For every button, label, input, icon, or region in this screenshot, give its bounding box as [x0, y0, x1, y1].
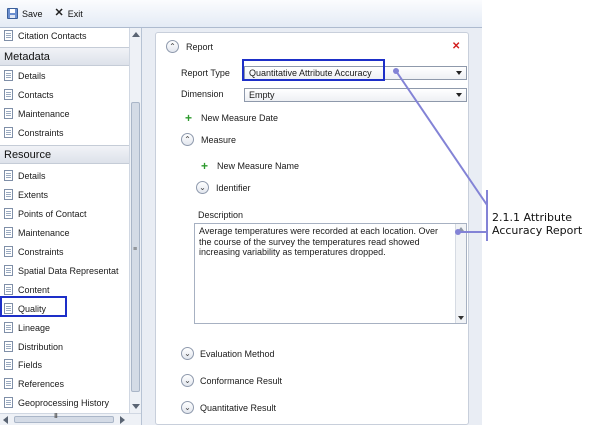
sidebar-item-citation-contacts[interactable]: Citation Contacts [0, 28, 129, 45]
collapse-report-icon[interactable]: ⌃ [166, 40, 179, 53]
identifier-title: Identifier [216, 183, 251, 193]
scroll-up-icon[interactable] [458, 227, 464, 231]
close-icon[interactable]: ✕ [452, 41, 460, 52]
chevron-down-icon [456, 93, 462, 97]
save-icon [7, 8, 18, 19]
description-textarea[interactable]: Average temperatures were recorded at ea… [194, 223, 467, 324]
page-icon [4, 189, 13, 200]
sidebar-item-references[interactable]: References [0, 374, 129, 393]
quantitative-result-title: Quantitative Result [200, 403, 277, 413]
close-icon: ✕ [54, 7, 64, 19]
scroll-down-icon[interactable] [132, 404, 140, 409]
collapse-measure-icon[interactable]: ⌃ [181, 133, 194, 146]
expand-evaluation-method-icon[interactable]: ⌄ [181, 347, 194, 360]
evaluation-method-title: Evaluation Method [200, 349, 275, 359]
scroll-right-icon[interactable] [120, 416, 125, 424]
add-icon[interactable]: + [185, 112, 192, 124]
dimension-select[interactable]: Empty [244, 88, 467, 102]
main-panel: ⌃ Report ✕ Report Type Quantitative Attr… [142, 28, 482, 425]
sidebar-horizontal-scrollbar[interactable]: III [0, 413, 141, 425]
horizontal-scroll-thumb[interactable] [14, 416, 114, 423]
sidebar-item-details[interactable]: Details [0, 66, 129, 85]
add-icon[interactable]: + [201, 160, 208, 172]
page-icon [4, 127, 13, 138]
sidebar-item-geoprocessing-history[interactable]: Geoprocessing History [0, 393, 129, 412]
sidebar-item-resource-constraints[interactable]: Constraints [0, 242, 129, 261]
sidebar-item-resource-details[interactable]: Details [0, 166, 129, 185]
new-measure-date-link[interactable]: New Measure Date [201, 113, 278, 123]
sidebar-item-lineage[interactable]: Lineage [0, 318, 129, 337]
page-icon [4, 208, 13, 219]
description-label: Description [198, 210, 244, 220]
page-icon [4, 397, 13, 408]
measure-title: Measure [201, 135, 237, 145]
callout-label: 2.1.1 Attribute Accuracy Report [492, 211, 582, 237]
scroll-left-icon[interactable] [3, 416, 8, 424]
report-type-label: Report Type [181, 68, 230, 78]
sidebar-item-points-of-contact[interactable]: Points of Contact [0, 204, 129, 223]
section-header-metadata: Metadata [0, 47, 129, 66]
expand-quantitative-result-icon[interactable]: ⌄ [181, 401, 194, 414]
sidebar-item-spatial-data-representation[interactable]: Spatial Data Representat [0, 261, 129, 280]
page-icon [4, 359, 13, 370]
sidebar-item-contacts[interactable]: Contacts [0, 85, 129, 104]
quality-highlight-box [0, 296, 67, 317]
toolbar: Save ✕ Exit [0, 0, 482, 28]
callout-line2: Accuracy Report [492, 224, 583, 237]
sidebar-item-maintenance[interactable]: Maintenance [0, 104, 129, 123]
page-icon [4, 227, 13, 238]
conformance-result-title: Conformance Result [200, 376, 283, 386]
sidebar: Citation Contacts Metadata Details Conta… [0, 28, 142, 425]
grip-icon: III [54, 413, 58, 420]
section-header-resource: Resource [0, 145, 129, 164]
scroll-down-icon[interactable] [458, 316, 464, 320]
expand-identifier-icon[interactable]: ⌄ [196, 181, 209, 194]
page-icon [4, 265, 13, 276]
new-measure-name-link[interactable]: New Measure Name [217, 161, 299, 171]
expand-conformance-result-icon[interactable]: ⌄ [181, 374, 194, 387]
page-icon [4, 30, 13, 41]
sidebar-item-extents[interactable]: Extents [0, 185, 129, 204]
sidebar-vertical-scrollbar[interactable]: ≡ [129, 28, 141, 413]
report-title: Report [186, 42, 214, 52]
dimension-label: Dimension [181, 89, 224, 99]
page-icon [4, 378, 13, 389]
textarea-scrollbar[interactable] [455, 224, 466, 323]
page-icon [4, 246, 13, 257]
page-icon [4, 89, 13, 100]
page-icon [4, 284, 13, 295]
save-label: Save [22, 8, 43, 19]
save-button[interactable]: Save [7, 8, 43, 19]
sidebar-item-fields[interactable]: Fields [0, 355, 129, 374]
sidebar-item-distribution[interactable]: Distribution [0, 337, 129, 356]
page-icon [4, 322, 13, 333]
sidebar-item-resource-maintenance[interactable]: Maintenance [0, 223, 129, 242]
page-icon [4, 70, 13, 81]
page-icon [4, 108, 13, 119]
exit-button[interactable]: ✕ Exit [55, 8, 83, 19]
exit-label: Exit [67, 8, 83, 19]
page-icon [4, 341, 13, 352]
callout-line1: 2.1.1 Attribute [492, 211, 573, 224]
sidebar-item-constraints[interactable]: Constraints [0, 123, 129, 142]
report-type-highlight-box [242, 59, 385, 81]
page-icon [4, 170, 13, 181]
grip-icon: ≡ [133, 246, 138, 253]
scroll-up-icon[interactable] [132, 32, 140, 37]
chevron-down-icon [456, 71, 462, 75]
